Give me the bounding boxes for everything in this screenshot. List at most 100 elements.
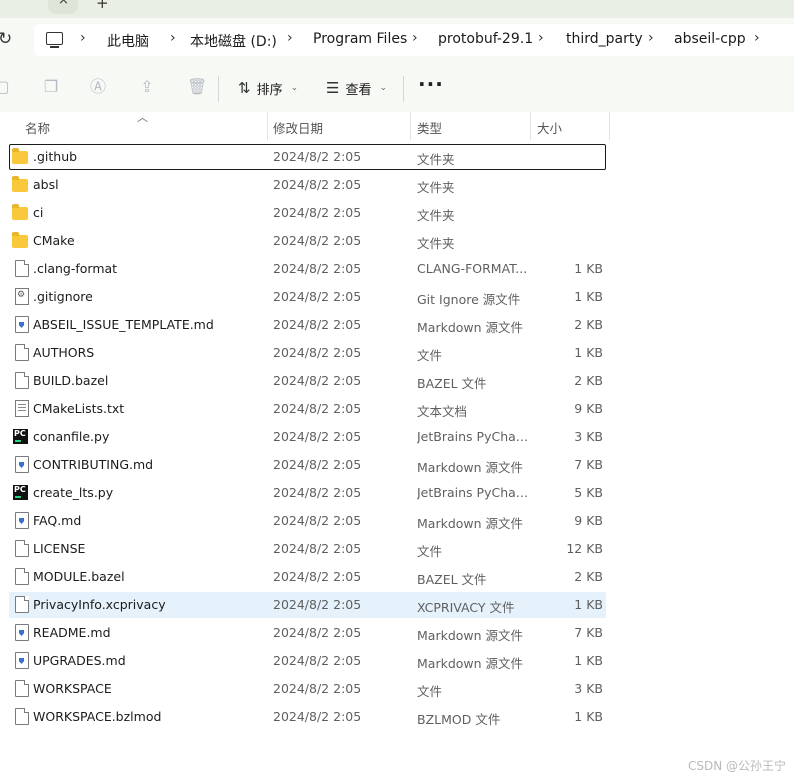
file-type: 文件夹 — [417, 152, 455, 167]
file-modified: 2024/8/2 2:05 — [273, 429, 362, 444]
sort-button[interactable]: ⇅ 排序 ⌄ — [238, 77, 298, 99]
file-size: 3 KB — [574, 681, 603, 696]
breadcrumb-item-program-files[interactable]: Program Files — [313, 31, 407, 47]
breadcrumb-item-drive-d[interactable]: 本地磁盘 (D:) — [190, 31, 277, 51]
table-row[interactable]: PrivacyInfo.xcprivacy 2024/8/2 2:05 XCPR… — [9, 592, 606, 618]
table-row[interactable]: CONTRIBUTING.md 2024/8/2 2:05 Markdown 源… — [9, 452, 606, 478]
table-row[interactable]: conanfile.py 2024/8/2 2:05 JetBrains PyC… — [9, 424, 606, 450]
file-icon — [15, 540, 29, 557]
table-row[interactable]: UPGRADES.md 2024/8/2 2:05 Markdown 源文件 1… — [9, 648, 606, 674]
sort-label: 排序 — [256, 82, 283, 98]
file-name: CMake — [33, 233, 75, 248]
breadcrumb-separator-icon[interactable]: › — [170, 30, 176, 46]
table-row[interactable]: .github 2024/8/2 2:05 文件夹 — [9, 144, 606, 170]
new-tab-button[interactable]: + — [96, 0, 109, 12]
column-divider[interactable] — [267, 112, 268, 140]
file-size: 2 KB — [574, 373, 603, 388]
file-type: 文本文档 — [417, 404, 468, 419]
file-type: Markdown 源文件 — [417, 628, 524, 643]
toolbar-divider — [218, 76, 219, 102]
delete-icon[interactable]: 🗑 — [187, 79, 207, 95]
folder-icon — [12, 176, 28, 192]
table-row[interactable]: CMake 2024/8/2 2:05 文件夹 — [9, 228, 606, 254]
file-type: 文件 — [417, 544, 443, 559]
table-row[interactable]: CMakeLists.txt 2024/8/2 2:05 文本文档 9 KB — [9, 396, 606, 422]
file-name: ABSEIL_ISSUE_TEMPLATE.md — [33, 317, 214, 332]
file-modified: 2024/8/2 2:05 — [273, 401, 362, 416]
table-row[interactable]: ci 2024/8/2 2:05 文件夹 — [9, 200, 606, 226]
file-modified: 2024/8/2 2:05 — [273, 709, 362, 724]
breadcrumb-separator-icon[interactable]: › — [287, 30, 293, 46]
folder-icon — [12, 204, 28, 220]
tab-close-button[interactable]: × — [48, 0, 78, 14]
view-label: 查看 — [345, 82, 372, 98]
copy-icon[interactable]: ❐ — [43, 79, 59, 95]
file-name: WORKSPACE — [33, 681, 112, 696]
table-row[interactable]: .gitignore 2024/8/2 2:05 Git Ignore 源文件 … — [9, 284, 606, 310]
file-name: BUILD.bazel — [33, 373, 109, 388]
refresh-icon[interactable]: ↻ — [0, 29, 12, 49]
column-header-name[interactable]: 名称 — [25, 118, 50, 137]
file-name: CONTRIBUTING.md — [33, 457, 154, 472]
table-row[interactable]: ABSEIL_ISSUE_TEMPLATE.md 2024/8/2 2:05 M… — [9, 312, 606, 338]
breadcrumb-item-this-pc[interactable]: 此电脑 — [107, 31, 149, 51]
column-divider[interactable] — [609, 112, 610, 140]
table-row[interactable]: WORKSPACE.bzlmod 2024/8/2 2:05 BZLMOD 文件… — [9, 704, 606, 730]
file-modified: 2024/8/2 2:05 — [273, 261, 362, 276]
column-header-size[interactable]: 大小 — [537, 118, 562, 137]
file-size: 9 KB — [574, 513, 603, 528]
breadcrumb-item-third-party[interactable]: third_party — [566, 31, 643, 47]
file-icon — [15, 680, 29, 697]
file-size: 5 KB — [574, 485, 603, 500]
breadcrumb-separator-icon[interactable]: › — [80, 30, 86, 46]
file-name: MODULE.bazel — [33, 569, 125, 584]
file-size: 1 KB — [574, 289, 603, 304]
breadcrumb-separator-icon[interactable]: › — [648, 30, 654, 46]
file-name: .github — [33, 149, 78, 164]
table-row[interactable]: README.md 2024/8/2 2:05 Markdown 源文件 7 K… — [9, 620, 606, 646]
file-size: 1 KB — [574, 261, 603, 276]
breadcrumb-separator-icon[interactable]: › — [412, 30, 418, 46]
table-row[interactable]: WORKSPACE 2024/8/2 2:05 文件 3 KB — [9, 676, 606, 702]
file-size: 12 KB — [566, 541, 603, 556]
file-size: 2 KB — [574, 317, 603, 332]
more-options-button[interactable]: ··· — [418, 72, 444, 96]
table-row[interactable]: .clang-format 2024/8/2 2:05 CLANG-FORMAT… — [9, 256, 606, 282]
column-header-type[interactable]: 类型 — [417, 118, 442, 137]
breadcrumb-separator-icon[interactable]: › — [538, 30, 544, 46]
breadcrumb[interactable]: › 此电脑 › 本地磁盘 (D:) › Program Files › prot… — [34, 24, 794, 56]
column-header-modified[interactable]: 修改日期 — [273, 118, 323, 137]
close-icon[interactable]: × — [58, 0, 69, 8]
view-button[interactable]: ☰ 查看 ⌄ — [326, 77, 387, 99]
file-type: JetBrains PyChar... — [417, 429, 529, 444]
table-row[interactable]: BUILD.bazel 2024/8/2 2:05 BAZEL 文件 2 KB — [9, 368, 606, 394]
breadcrumb-item-abseil-cpp[interactable]: abseil-cpp — [674, 31, 746, 47]
cut-icon[interactable]: ▢ — [0, 79, 10, 95]
column-divider[interactable] — [410, 112, 411, 140]
file-size: 9 KB — [574, 401, 603, 416]
file-name: CMakeLists.txt — [33, 401, 125, 416]
table-row[interactable]: FAQ.md 2024/8/2 2:05 Markdown 源文件 9 KB — [9, 508, 606, 534]
breadcrumb-separator-icon[interactable]: › — [754, 30, 760, 46]
table-row[interactable]: create_lts.py 2024/8/2 2:05 JetBrains Py… — [9, 480, 606, 506]
column-divider[interactable] — [530, 112, 531, 140]
pycharm-file-icon — [13, 485, 28, 500]
table-row[interactable]: AUTHORS 2024/8/2 2:05 文件 1 KB — [9, 340, 606, 366]
file-name: create_lts.py — [33, 485, 114, 500]
address-bar-row: ↻ › 此电脑 › 本地磁盘 (D:) › Program Files › pr… — [0, 18, 794, 64]
this-pc-icon[interactable] — [46, 32, 63, 48]
table-row[interactable]: absl 2024/8/2 2:05 文件夹 — [9, 172, 606, 198]
breadcrumb-item-protobuf[interactable]: protobuf-29.1 — [438, 31, 533, 47]
file-modified: 2024/8/2 2:05 — [273, 513, 362, 528]
table-row[interactable]: LICENSE 2024/8/2 2:05 文件 12 KB — [9, 536, 606, 562]
share-icon[interactable]: ⇪ — [139, 79, 155, 95]
rename-icon[interactable]: Ⓐ — [90, 79, 106, 95]
file-modified: 2024/8/2 2:05 — [273, 149, 362, 164]
file-type: 文件 — [417, 348, 443, 363]
file-icon — [15, 708, 29, 725]
folder-icon — [12, 232, 28, 248]
table-row[interactable]: MODULE.bazel 2024/8/2 2:05 BAZEL 文件 2 KB — [9, 564, 606, 590]
file-modified: 2024/8/2 2:05 — [273, 541, 362, 556]
file-name: absl — [33, 177, 59, 192]
file-type: 文件夹 — [417, 208, 455, 223]
